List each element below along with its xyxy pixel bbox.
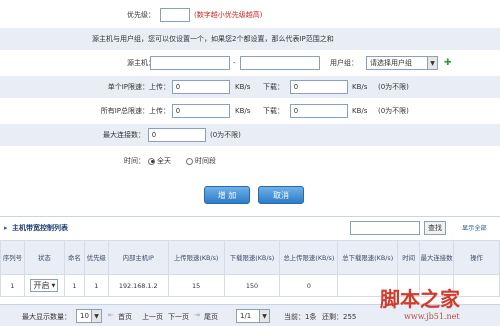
list-bullet-icon: ▸ — [4, 223, 8, 232]
first-page-link[interactable]: 首页 — [118, 312, 132, 322]
all-up-input[interactable] — [172, 104, 230, 118]
all-ip-row: 所有IP总限速：上传： KB/s 下载： KB/s (0为不限) — [0, 100, 500, 122]
time-row: 时间： 全天 时间段 — [0, 150, 500, 172]
time-all-day-label: 全天 — [157, 157, 171, 165]
priority-input[interactable] — [160, 8, 190, 22]
max-conn-label: 最大连接数： — [103, 131, 145, 139]
per-page-label: 最大显示数量： — [22, 313, 71, 321]
src-host-from-input[interactable] — [150, 56, 230, 70]
user-group-label: 用户组： — [330, 59, 358, 67]
col-header: 最大连接数 — [419, 240, 455, 275]
status-value: 开启 — [33, 281, 50, 290]
range-separator: - — [233, 59, 236, 67]
all-down-unit: KB/s — [352, 107, 368, 115]
single-down-input[interactable] — [290, 80, 348, 94]
time-period-label: 时间段 — [195, 157, 216, 165]
priority-hint: (数字越小优先级越高) — [194, 11, 263, 19]
chevron-down-icon: ▼ — [51, 282, 56, 289]
src-hint-text: 源主机与用户组，您可以仅设置一个，如果您2个都设置，那么代表IP范围之和 — [92, 35, 334, 43]
page-value: 1/1 — [240, 312, 252, 320]
chevron-down-icon: ▼ — [91, 310, 101, 322]
col-header: 内部主机IP — [107, 240, 169, 275]
max-conn-row: 最大连接数： (0为不限) — [0, 124, 500, 146]
first-page-icon: ⇤ — [108, 311, 114, 319]
src-host-row: 源主机： - 用户组： 请选择用户组 ▼ ✚ — [0, 52, 500, 74]
src-hint-row: 源主机与用户组，您可以仅设置一个，如果您2个都设置，那么代表IP范围之和 — [0, 28, 500, 50]
cell-priority: 1 — [83, 274, 109, 297]
all-unlimited-hint: (0为不限) — [378, 107, 409, 115]
cell-total-up: 0 — [279, 274, 339, 297]
single-ip-row: 单个IP限速：上传： KB/s 下载： KB/s (0为不限) — [0, 76, 500, 98]
col-header: 状态 — [23, 240, 65, 275]
list-title: 主机带宽控制列表 — [12, 223, 68, 232]
col-header: 总上传限速(KB/s) — [279, 240, 339, 275]
all-down-label: 下载： — [263, 107, 284, 115]
remaining-count: 还剩：255 — [322, 313, 357, 321]
add-group-icon[interactable]: ✚ — [444, 58, 452, 68]
cell-op — [453, 274, 500, 297]
single-ip-label: 单个IP限速：上传： — [107, 83, 170, 91]
watermark-url: www.jb51.net — [404, 312, 460, 321]
single-unlimited-hint: (0为不限) — [378, 83, 409, 91]
user-group-select[interactable]: 请选择用户组 ▼ — [366, 56, 438, 70]
radio-checked-icon — [148, 157, 155, 165]
chevron-down-icon: ▼ — [259, 310, 269, 322]
all-down-input[interactable] — [290, 104, 348, 118]
add-button[interactable]: 增 加 — [204, 186, 250, 204]
col-header: 总下载限速(KB/s) — [337, 240, 399, 275]
list-search-button[interactable]: 查找 — [424, 221, 446, 235]
cell-ip: 192.168.1.2 — [107, 274, 169, 297]
list-search-input[interactable] — [350, 221, 420, 235]
time-all-day-option[interactable]: 全天 — [148, 156, 171, 166]
list-header: ▸ 主机带宽控制列表 查找 显示全部 — [0, 216, 500, 238]
cancel-button[interactable]: 取消 — [258, 186, 304, 204]
col-header: 命名 — [63, 240, 85, 275]
time-period-option[interactable]: 时间段 — [186, 156, 216, 166]
priority-label: 优先级： — [127, 11, 155, 19]
table-header-row: 序列号 状态 命名 优先级 内部主机IP 上传限速(KB/s) 下载限速(KB/… — [0, 240, 500, 275]
cell-name: 1 — [63, 274, 85, 297]
watermark-logo: 脚本之家 — [380, 287, 460, 311]
col-header: 操作 — [453, 240, 500, 275]
all-ip-label: 所有IP总限速：上传： — [100, 107, 170, 115]
per-page-value: 10 — [80, 312, 89, 320]
last-page-icon: ⇥ — [194, 311, 200, 319]
single-up-unit: KB/s — [235, 83, 251, 91]
cell-down: 150 — [223, 274, 281, 297]
cell-status: 开启 ▼ — [23, 274, 65, 297]
status-select[interactable]: 开启 ▼ — [30, 279, 59, 292]
last-page-link[interactable]: 尾页 — [204, 312, 218, 322]
user-group-value: 请选择用户组 — [370, 59, 412, 67]
all-up-unit: KB/s — [235, 107, 251, 115]
max-conn-hint: (0为不限) — [210, 131, 241, 139]
chevron-down-icon: ▼ — [427, 57, 437, 69]
col-header: 下载限速(KB/s) — [223, 240, 281, 275]
col-header: 时间 — [397, 240, 421, 275]
single-down-label: 下载： — [263, 83, 284, 91]
list-show-all-link[interactable]: 显示全部 — [462, 223, 487, 232]
col-header: 优先级 — [83, 240, 109, 275]
page-select[interactable]: 1/1 ▼ — [236, 309, 270, 323]
per-page-select[interactable]: 10 ▼ — [76, 309, 102, 323]
src-host-to-input[interactable] — [240, 56, 320, 70]
single-up-input[interactable] — [172, 80, 230, 94]
max-conn-input[interactable] — [148, 128, 206, 142]
time-label: 时间： — [124, 157, 145, 165]
radio-unchecked-icon — [186, 157, 193, 165]
col-header: 上传限速(KB/s) — [167, 240, 225, 275]
single-down-unit: KB/s — [352, 83, 368, 91]
cell-seq: 1 — [0, 274, 25, 297]
next-page-link[interactable]: 下一页 — [168, 312, 189, 322]
prev-page-link[interactable]: 上一页 — [142, 312, 163, 322]
current-count: 当前：1条 — [284, 313, 317, 321]
cell-up: 15 — [167, 274, 225, 297]
priority-row: 优先级： (数字越小优先级越高) — [0, 4, 500, 26]
col-header: 序列号 — [0, 240, 25, 275]
